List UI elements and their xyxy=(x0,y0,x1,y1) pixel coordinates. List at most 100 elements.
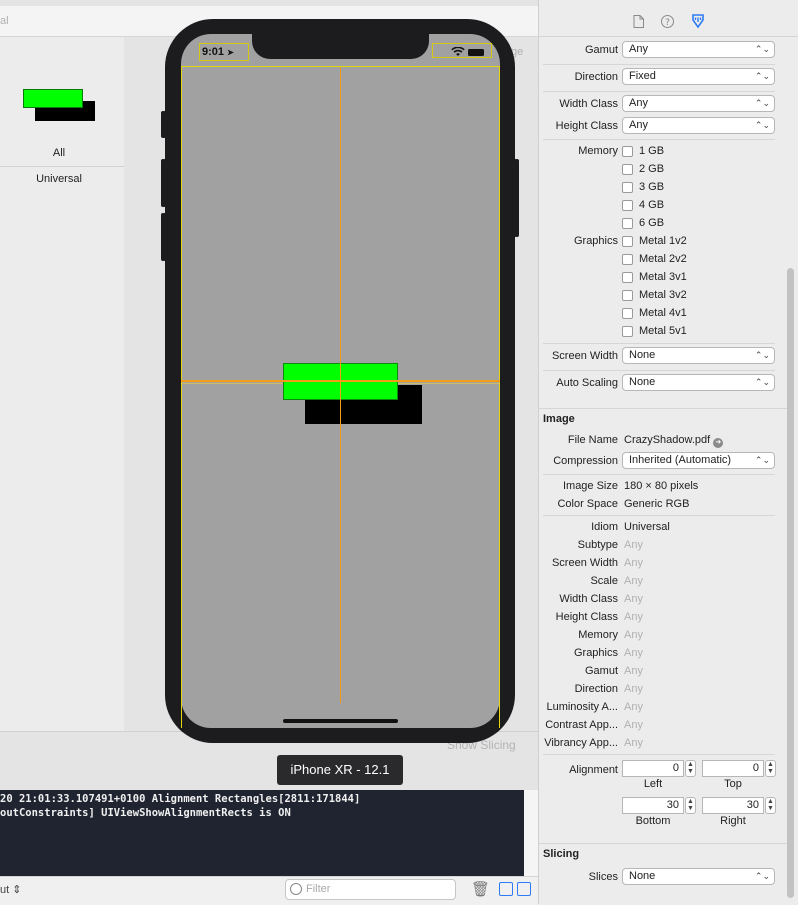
memory-1gb-checkbox[interactable] xyxy=(622,146,633,157)
graphics-metal-3v2-checkbox[interactable] xyxy=(622,290,633,301)
console-toolbar xyxy=(0,876,538,905)
memory-4gb-checkbox[interactable] xyxy=(622,200,633,211)
memory-label: Memory xyxy=(578,145,618,157)
height-class-label: Height Class xyxy=(555,120,618,132)
graphics-metal-1v2-checkbox[interactable] xyxy=(622,236,633,247)
height-class-readonly-value: Any xyxy=(624,611,643,623)
memory-6gb-checkbox[interactable] xyxy=(622,218,633,229)
alignment-top-field[interactable]: 0 xyxy=(702,760,764,777)
alignment-bottom-label: Bottom xyxy=(635,815,671,827)
width-class-label: Width Class xyxy=(559,98,618,110)
image-section-header: Image xyxy=(543,413,575,425)
direction-label: Direction xyxy=(574,71,618,83)
inspector-divider xyxy=(543,754,775,755)
memory-readonly-value: Any xyxy=(624,629,643,641)
slices-select[interactable]: None ⌃⌄ xyxy=(622,868,775,885)
alignment-left-field[interactable]: 0 xyxy=(622,760,684,777)
asset-slot-pane xyxy=(0,37,124,731)
show-variables-view-icon[interactable] xyxy=(499,882,513,896)
asset-label-universal: Universal xyxy=(36,173,82,185)
file-inspector-icon[interactable] xyxy=(633,15,644,28)
subtype-value: Any xyxy=(624,539,643,551)
contrast-value: Any xyxy=(624,719,643,731)
luminosity-value: Any xyxy=(624,701,643,713)
alignment-bottom-stepper[interactable]: ▲ ▼ xyxy=(685,797,696,814)
graphics-readonly-label: Graphics xyxy=(573,647,618,659)
subtype-label: Subtype xyxy=(577,539,618,551)
inspector-scrollbar[interactable] xyxy=(787,268,794,898)
inspector-divider xyxy=(543,91,775,92)
updown-chevron-icon: ⌃⌄ xyxy=(754,871,770,881)
updown-chevron-icon: ⌃⌄ xyxy=(754,98,770,108)
console-scrollbar[interactable] xyxy=(524,790,538,876)
image-size-value: 180 × 80 pixels xyxy=(624,480,699,492)
trash-icon[interactable]: 🗑 xyxy=(471,880,490,898)
inspector-divider xyxy=(543,139,775,140)
asset-divider xyxy=(0,166,124,167)
graphics-readonly-value: Any xyxy=(624,647,643,659)
compression-label: Compression xyxy=(553,455,618,467)
alignment-bottom-field[interactable]: 30 xyxy=(622,797,684,814)
show-console-view-icon[interactable] xyxy=(517,882,531,896)
inspector-divider xyxy=(543,515,775,516)
inspector-divider xyxy=(543,370,775,371)
slices-label: Slices xyxy=(588,871,618,883)
output-selector[interactable]: ut ⇕ xyxy=(0,883,21,896)
memory-6gb-label: 6 GB xyxy=(639,217,665,229)
graphics-metal-3v1-checkbox[interactable] xyxy=(622,272,633,283)
reveal-arrow-icon[interactable]: ➜ xyxy=(713,438,724,448)
color-space-value: Generic RGB xyxy=(624,498,690,510)
help-inspector-icon[interactable]: ? xyxy=(661,15,674,28)
battery-icon xyxy=(468,49,484,56)
graphics-metal-4v1-checkbox[interactable] xyxy=(622,308,633,319)
graphics-metal-3v1-label: Metal 3v1 xyxy=(639,271,687,283)
section-divider xyxy=(538,843,794,844)
svg-text:?: ? xyxy=(665,18,670,28)
graphics-metal-2v2-label: Metal 2v2 xyxy=(639,253,687,265)
alignment-right-stepper[interactable]: ▲ ▼ xyxy=(765,797,776,814)
idiom-label: Idiom xyxy=(591,521,618,533)
inspector-divider xyxy=(543,64,775,65)
slicing-section-header: Slicing xyxy=(543,848,580,860)
filter-placeholder: Filter xyxy=(306,883,331,895)
width-class-select[interactable]: Any ⌃⌄ xyxy=(622,95,775,112)
direction-select[interactable]: Fixed ⌃⌄ xyxy=(622,68,775,85)
vertical-guide-overlay xyxy=(340,363,341,424)
screen-width-readonly-label: Screen Width xyxy=(551,557,618,569)
asset-thumbnail-green[interactable] xyxy=(23,89,83,108)
vibrancy-label: Vibrancy App... xyxy=(544,737,618,749)
screen-width-select[interactable]: None ⌃⌄ xyxy=(622,347,775,364)
idiom-value: Universal xyxy=(624,521,670,533)
updown-chevron-icon: ⌃⌄ xyxy=(754,71,770,81)
gamut-select[interactable]: Any ⌃⌄ xyxy=(622,41,775,58)
alignment-right-field[interactable]: 30 xyxy=(702,797,764,814)
screen-width-label: Screen Width xyxy=(551,350,618,362)
horizontal-guide-overlay xyxy=(283,380,422,382)
compression-select[interactable]: Inherited (Automatic) ⌃⌄ xyxy=(622,452,775,469)
width-class-readonly-value: Any xyxy=(624,593,643,605)
alignment-top-label: Top xyxy=(724,778,742,790)
graphics-metal-3v2-label: Metal 3v2 xyxy=(639,289,687,301)
location-arrow-icon: ➤ xyxy=(227,48,234,57)
console-log-text: 20 21:01:33.107491+0100 Alignment Rectan… xyxy=(0,792,360,820)
updown-chevron-icon: ⌃⌄ xyxy=(754,350,770,360)
attributes-inspector-icon[interactable] xyxy=(691,14,705,29)
updown-chevron-icon: ⌃⌄ xyxy=(754,120,770,130)
graphics-metal-5v1-checkbox[interactable] xyxy=(622,326,633,337)
height-class-select[interactable]: Any ⌃⌄ xyxy=(622,117,775,134)
memory-3gb-checkbox[interactable] xyxy=(622,182,633,193)
asset-label-all: All xyxy=(52,147,66,159)
gamut-readonly-label: Gamut xyxy=(584,665,618,677)
auto-scaling-label: Auto Scaling xyxy=(556,377,618,389)
graphics-metal-2v2-checkbox[interactable] xyxy=(622,254,633,265)
vibrancy-value: Any xyxy=(624,737,643,749)
memory-1gb-label: 1 GB xyxy=(639,145,665,157)
alignment-left-stepper[interactable]: ▲ ▼ xyxy=(685,760,696,777)
memory-2gb-checkbox[interactable] xyxy=(622,164,633,175)
auto-scaling-select[interactable]: None ⌃⌄ xyxy=(622,374,775,391)
direction-readonly-value: Any xyxy=(624,683,643,695)
luminosity-label: Luminosity A... xyxy=(546,701,618,713)
status-time: 9:01 ➤ xyxy=(202,46,234,58)
contrast-label: Contrast App... xyxy=(545,719,618,731)
alignment-top-stepper[interactable]: ▲ ▼ xyxy=(765,760,776,777)
